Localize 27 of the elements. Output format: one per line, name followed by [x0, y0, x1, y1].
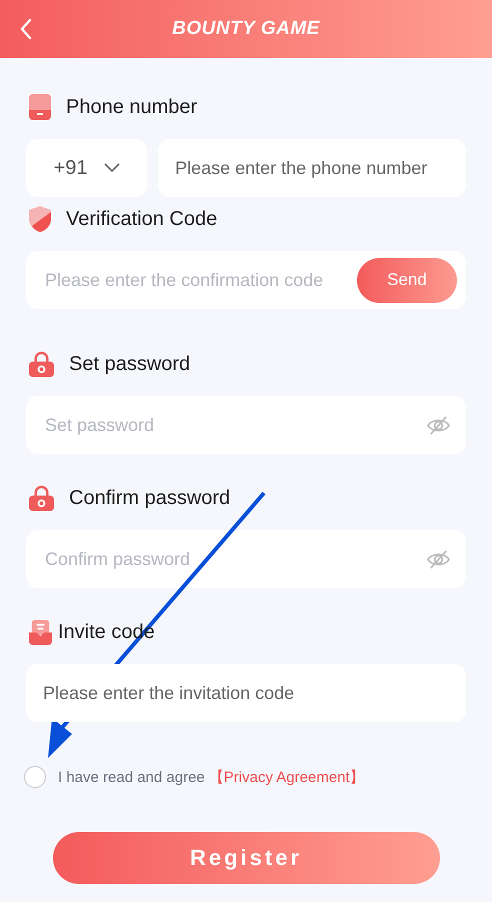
- code-field[interactable]: Please enter the confirmation code Send: [26, 251, 466, 309]
- password-field[interactable]: Set password: [26, 396, 466, 454]
- shield-icon: [28, 205, 52, 233]
- code-input[interactable]: Please enter the confirmation code: [43, 268, 357, 292]
- field-label: Phone number: [66, 96, 198, 118]
- country-code-select[interactable]: +91: [26, 139, 148, 197]
- field-label: Confirm password: [69, 486, 230, 510]
- field-label: Verification Code: [66, 208, 218, 230]
- field-label: Set password: [69, 352, 190, 376]
- inbox-icon: [28, 618, 53, 646]
- register-button[interactable]: Register: [52, 832, 440, 884]
- password-field[interactable]: Confirm password: [26, 530, 466, 588]
- phone-icon: [28, 93, 52, 121]
- lock-icon: [28, 350, 55, 378]
- password-input[interactable]: Set password: [43, 414, 426, 436]
- privacy-agreement-link[interactable]: 【Privacy Agreement】: [208, 768, 365, 786]
- agreement-text: I have read and agree: [58, 768, 205, 786]
- eye-off-icon[interactable]: [426, 414, 451, 436]
- app-logo: BOUNTY GAME: [172, 18, 320, 40]
- phone-input[interactable]: Please enter the phone number: [158, 139, 466, 197]
- back-icon[interactable]: [19, 18, 33, 40]
- chevron-down-icon: [104, 163, 120, 173]
- send-button[interactable]: Send: [357, 258, 457, 302]
- eye-off-icon[interactable]: [426, 548, 451, 570]
- password-input[interactable]: Confirm password: [43, 548, 426, 570]
- lock-icon: [28, 484, 55, 512]
- agree-checkbox[interactable]: [24, 766, 46, 788]
